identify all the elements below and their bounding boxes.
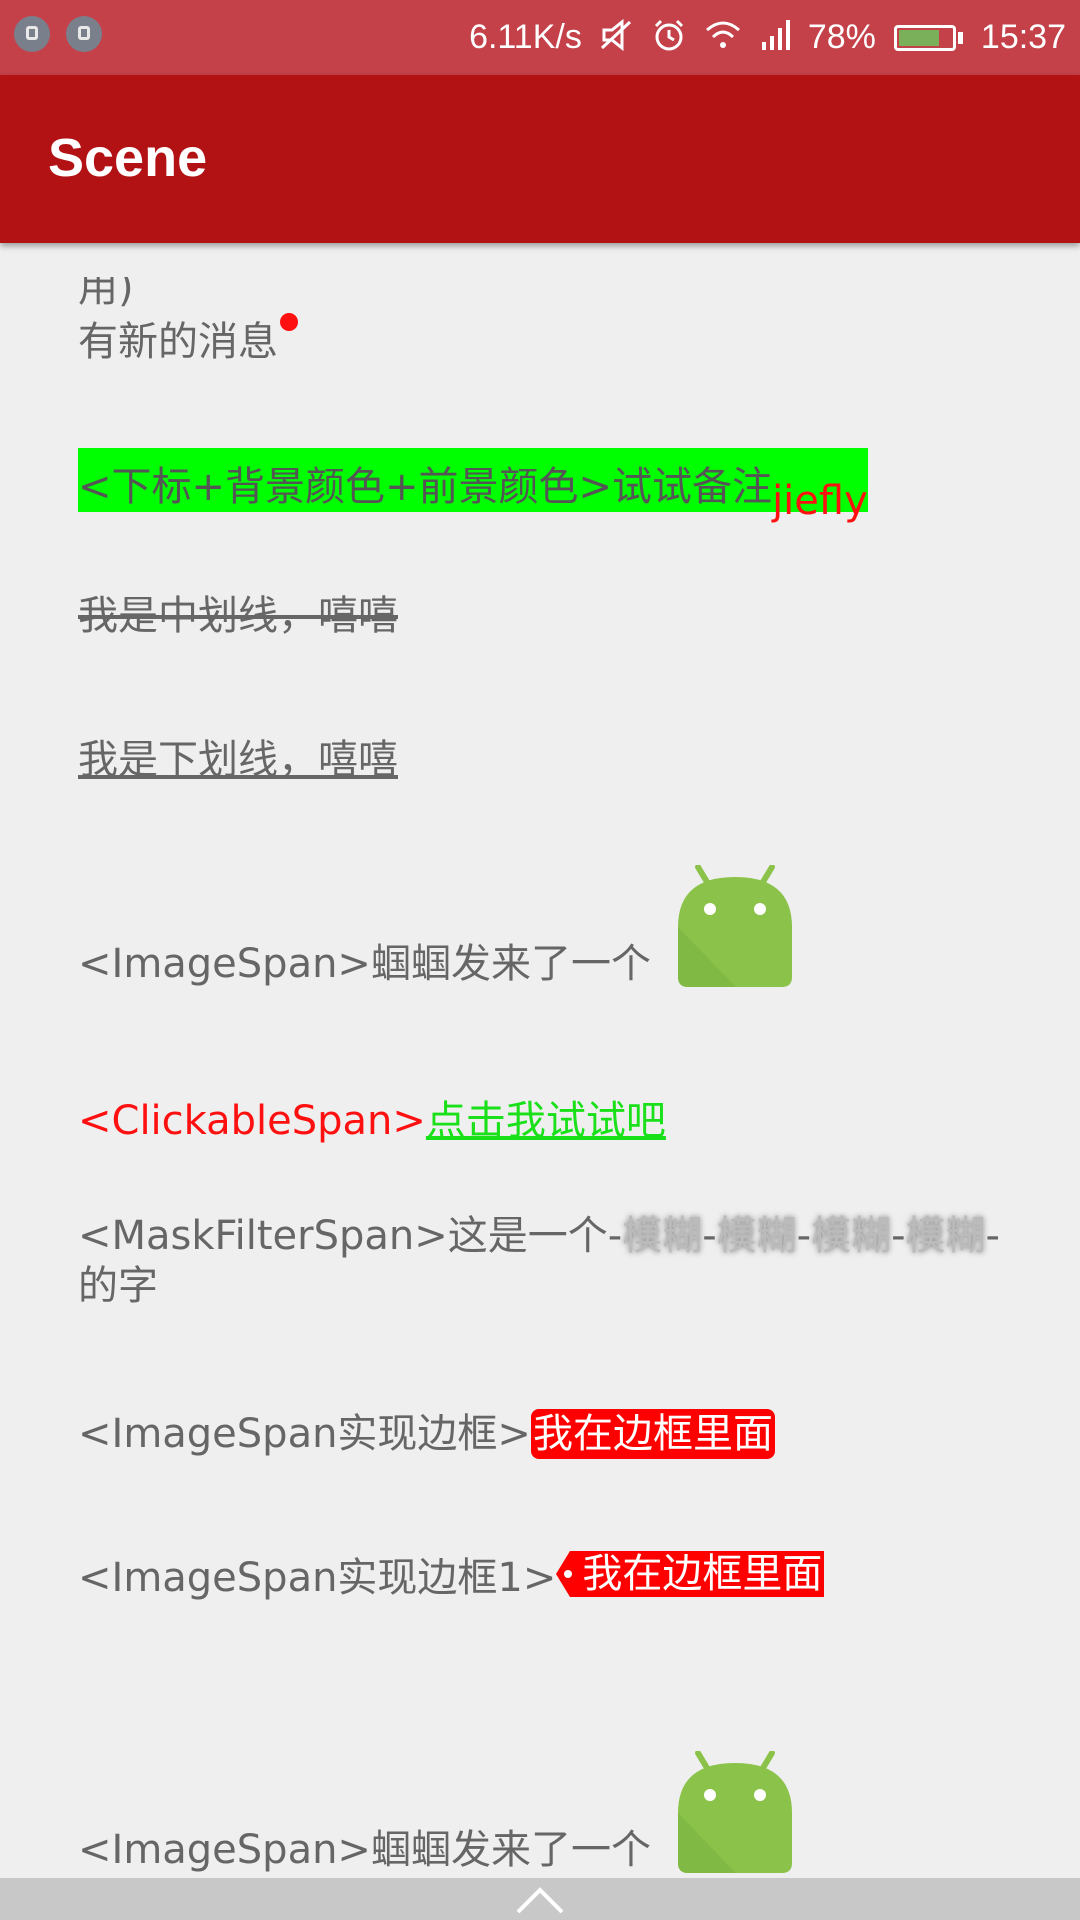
blurred-text: 模糊 [622, 1213, 703, 1259]
app-bar: Scene [0, 75, 1080, 243]
clock: 15:37 [980, 18, 1066, 56]
separator-text: - [796, 1213, 812, 1259]
list-item: <ImageSpan>蝈蝈发来了一个 [78, 1751, 794, 1875]
battery-percent: 78% [807, 18, 876, 56]
network-speed: 6.11K/s [469, 18, 582, 56]
battery-icon [893, 24, 963, 51]
strikethrough-text: 我是中划线，嘻嘻 [78, 593, 398, 639]
bottom-nav-handle[interactable] [0, 1878, 1080, 1920]
clickable-prefix-text: <ClickableSpan> [78, 1098, 426, 1144]
list-item: 我是下划线，嘻嘻 [78, 727, 398, 785]
list-item: <ClickableSpan>点击我试试吧 [78, 1088, 666, 1146]
mute-icon [600, 18, 634, 58]
list-item: 的字 [78, 1253, 158, 1311]
imagespan-text: <ImageSpan>蝈蝈发来了一个 [78, 1827, 651, 1873]
list-item: <MaskFilterSpan>这是一个-模糊-模糊-模糊-模糊- [78, 1203, 1000, 1261]
status-bar: 6.11K/s 78% 15:37 [0, 0, 1080, 75]
tag-label-text: 我在边框里面 [564, 1551, 825, 1597]
notification-icon [66, 16, 102, 52]
subscript-main-text: <下标+背景颜色+前景颜色>试试备注 [78, 464, 773, 510]
notification-icon [14, 16, 50, 52]
border1-prefix-text: <ImageSpan实现边框1> [78, 1555, 557, 1601]
mask-line2-text: 的字 [78, 1263, 158, 1309]
mask-prefix-text: <MaskFilterSpan>这是一个- [78, 1213, 623, 1259]
android-robot-icon [677, 865, 792, 987]
chevron-up-icon [516, 1887, 564, 1914]
clickable-link[interactable]: 点击我试试吧 [426, 1098, 666, 1144]
subscript-text: jiefly [772, 478, 868, 524]
blurred-text: 模糊 [811, 1213, 892, 1259]
border-prefix-text: <ImageSpan实现边框> [78, 1411, 531, 1457]
page-title: Scene [48, 128, 208, 188]
separator-text: - [891, 1213, 906, 1259]
underline-text: 我是下划线，嘻嘻 [78, 737, 398, 783]
new-message-text: 有新的消息 [78, 319, 278, 365]
list-item: <ImageSpan实现边框>我在边框里面 [78, 1401, 775, 1459]
imagespan-text: <ImageSpan>蝈蝈发来了一个 [78, 941, 651, 987]
list-item: 用) [78, 277, 134, 307]
bordered-label: 我在边框里面 [530, 1409, 775, 1459]
signal-icon [760, 18, 790, 58]
list-item: 我是中划线，嘻嘻 [78, 583, 398, 641]
blurred-text: 模糊 [716, 1213, 797, 1259]
red-dot-icon [280, 313, 298, 331]
tag-label: 我在边框里面 [556, 1551, 825, 1597]
list-item: <ImageSpan实现边框1> 我在边框里面 [78, 1545, 825, 1603]
partial-text: 用) [78, 277, 134, 307]
wifi-icon [704, 18, 742, 58]
separator-text: - [702, 1213, 717, 1259]
list-item: <ImageSpan>蝈蝈发来了一个 [78, 865, 794, 989]
alarm-icon [652, 18, 686, 58]
list-item: 有新的消息 [78, 309, 298, 367]
blurred-text: 模糊 [905, 1213, 986, 1259]
separator-text: - [985, 1213, 1000, 1259]
span-demo-list[interactable]: 用) 有新的消息 <下标+背景颜色+前景颜色>试试备注jiefly 我是中划线，… [0, 243, 1080, 1878]
list-item: <下标+背景颜色+前景颜色>试试备注jiefly [78, 448, 868, 524]
highlight-box: <下标+背景颜色+前景颜色>试试备注jiefly [78, 448, 868, 524]
android-robot-icon [677, 1751, 792, 1873]
